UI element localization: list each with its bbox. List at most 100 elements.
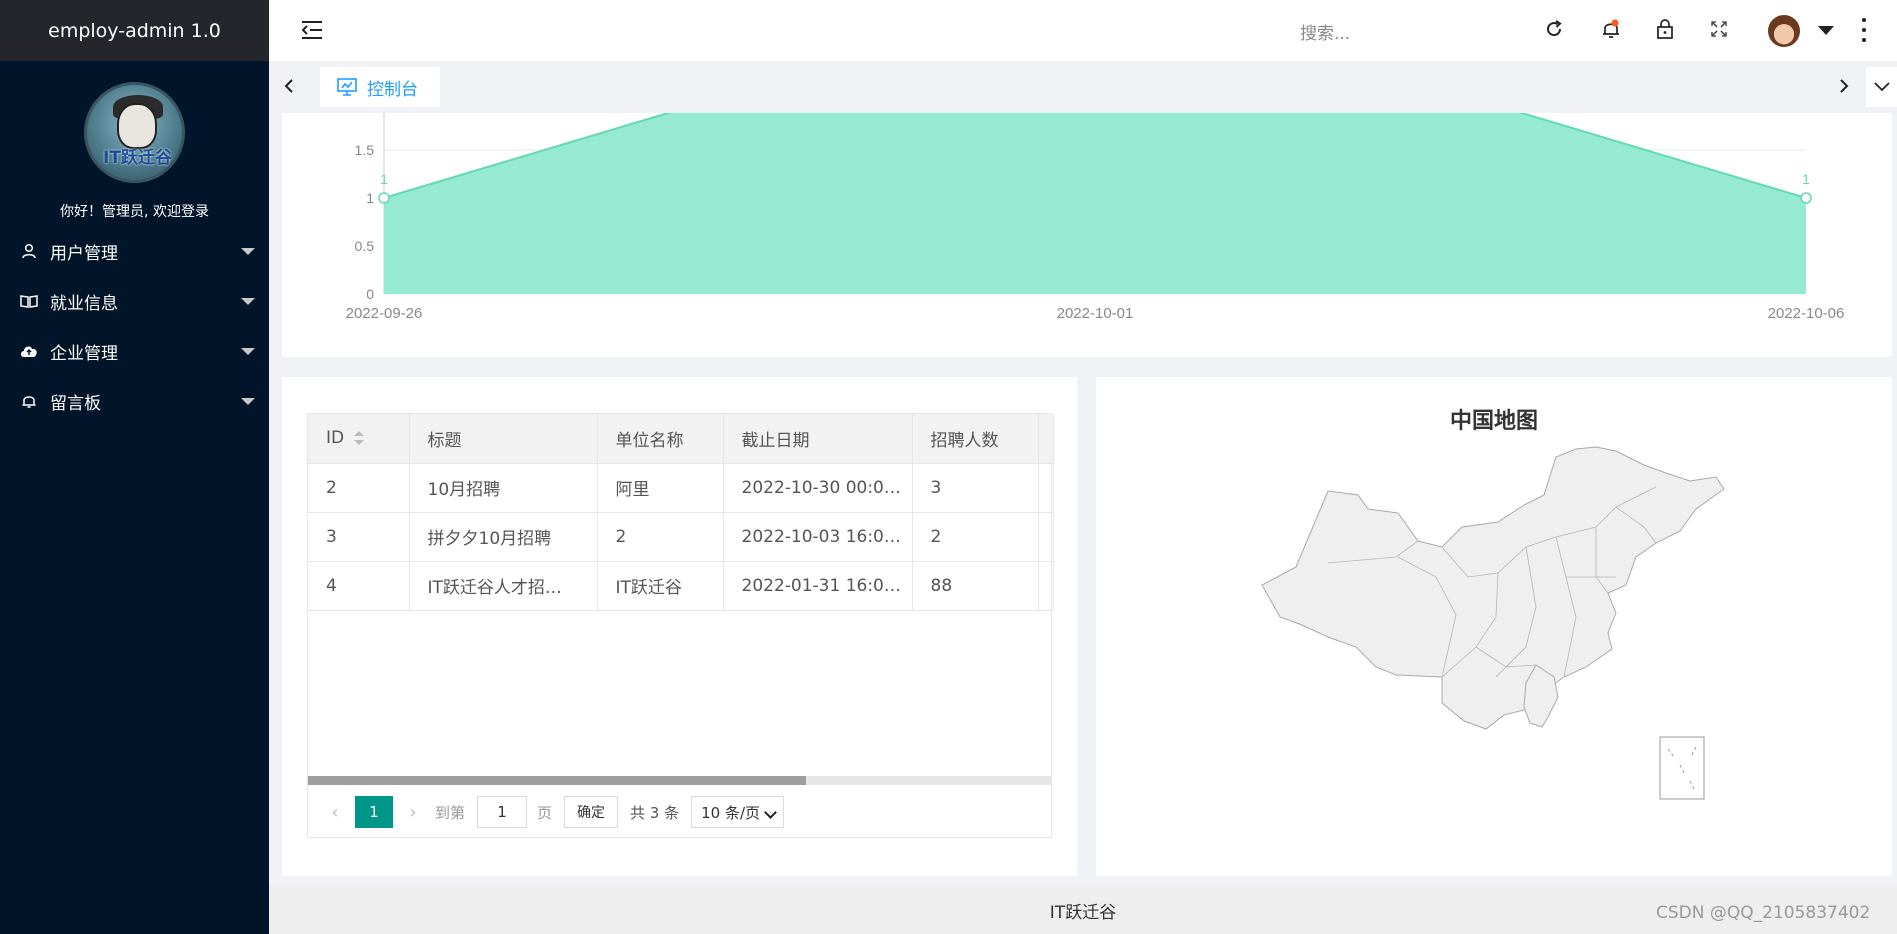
sidebar-item-employment-info[interactable]: 就业信息 xyxy=(0,276,269,326)
refresh-icon[interactable] xyxy=(1542,17,1566,41)
column-header-company: 单位名称 xyxy=(597,414,724,464)
cell-id: 3 xyxy=(308,512,410,562)
cell-overflow xyxy=(1038,463,1054,513)
cell-company: 阿里 xyxy=(597,463,724,513)
cell-overflow xyxy=(1038,512,1054,562)
area-series xyxy=(384,101,1806,294)
monitor-icon xyxy=(337,78,357,96)
column-header-title: 标题 xyxy=(409,414,598,464)
cell-headcount: 88 xyxy=(912,561,1039,611)
book-icon xyxy=(20,292,38,310)
cell-deadline: 2022-10-30 00:0… xyxy=(723,463,913,513)
china-map[interactable] xyxy=(1096,377,1892,876)
chevron-down-icon xyxy=(241,348,255,355)
data-point xyxy=(1800,192,1812,204)
x-tick-label: 2022-10-06 xyxy=(1768,305,1845,322)
chevron-down-icon xyxy=(1873,82,1890,92)
next-page-icon[interactable]: › xyxy=(401,796,425,828)
page-size-select[interactable]: 10 条/页 xyxy=(691,796,785,828)
more-vertical-icon[interactable] xyxy=(1861,18,1867,42)
y-tick-label: 0.5 xyxy=(355,238,375,254)
y-tick-label: 1 xyxy=(366,190,374,206)
cell-id: 4 xyxy=(308,561,410,611)
sidebar-item-label: 留言板 xyxy=(50,393,101,414)
sidebar-item-company-management[interactable]: 企业管理 xyxy=(0,326,269,376)
cell-title: 10月招聘 xyxy=(409,463,598,513)
column-header-headcount: 招聘人数 xyxy=(912,414,1039,464)
top-header: 搜索... xyxy=(269,0,1897,61)
x-tick-label: 2022-10-01 xyxy=(1057,305,1134,322)
page-button-current[interactable]: 1 xyxy=(355,796,393,828)
chevron-right-icon[interactable] xyxy=(1836,78,1852,94)
map-card: 中国地图 xyxy=(1096,377,1892,876)
dropdown-caret-icon[interactable] xyxy=(1818,26,1834,35)
total-count: 共 3 条 xyxy=(630,803,680,822)
horizontal-scrollbar[interactable] xyxy=(308,776,1051,785)
table-row[interactable]: 4 IT跃迁谷人才招… IT跃迁谷 2022-01-31 16:0… 88 xyxy=(308,561,1054,611)
cloud-upload-icon xyxy=(20,342,38,360)
cell-title: 拼夕夕10月招聘 xyxy=(409,512,598,562)
sidebar-item-user-management[interactable]: 用户管理 xyxy=(0,226,269,276)
cell-title: IT跃迁谷人才招… xyxy=(409,561,598,611)
sidebar-item-label: 用户管理 xyxy=(50,243,118,264)
menu-toggle-icon[interactable] xyxy=(301,19,323,41)
cell-deadline: 2022-10-03 16:0… xyxy=(723,512,913,562)
tab-bar: 控制台 xyxy=(269,61,1897,113)
data-point xyxy=(378,192,390,204)
cell-company: 2 xyxy=(597,512,724,562)
confirm-button[interactable]: 确定 xyxy=(564,796,619,828)
tab-more-dropdown[interactable] xyxy=(1866,67,1897,107)
search-input[interactable]: 搜索... xyxy=(1300,19,1350,44)
footer: IT跃迁谷 xyxy=(269,886,1897,934)
prev-page-icon[interactable]: ‹ xyxy=(323,796,347,828)
cell-deadline: 2022-01-31 16:0… xyxy=(723,561,913,611)
area-chart: 1 100.511.52022-09-26 2022-10-01 2022-10-06 xyxy=(346,100,1845,322)
chevron-down-icon xyxy=(241,298,255,305)
cell-company: IT跃迁谷 xyxy=(597,561,724,611)
data-label: 1 xyxy=(380,171,388,187)
chevron-down-icon xyxy=(241,398,255,405)
tab-label: 控制台 xyxy=(367,79,418,100)
chart-card: 1 1 0 0.5 1 1.5 2022-09-26 2022-10-01 2022-10-06 xyxy=(282,100,1892,357)
table-row[interactable]: 2 10月招聘 阿里 2022-10-30 00:0… 3 xyxy=(308,463,1054,513)
goto-page-input[interactable]: 1 xyxy=(477,796,528,828)
sort-icon[interactable] xyxy=(354,431,365,446)
column-header-overflow xyxy=(1038,414,1054,464)
welcome-text: 你好！管理员, 欢迎登录 xyxy=(60,204,209,220)
column-header-id[interactable]: ID xyxy=(308,414,410,464)
table-row[interactable]: 3 拼夕夕10月招聘 2 2022-10-03 16:0… 2 xyxy=(308,512,1054,562)
y-tick-label: 1.5 xyxy=(355,142,375,158)
page-unit-label: 页 xyxy=(537,803,553,822)
sidebar-item-message-board[interactable]: 留言板 xyxy=(0,376,269,426)
goto-label: 到第 xyxy=(435,803,466,822)
fullscreen-icon[interactable] xyxy=(1707,17,1731,41)
avatar-text: IT跃迁谷 xyxy=(103,148,172,168)
sidebar: employ-admin 1.0 IT跃迁谷 你好！管理员, 欢迎登录 用户管理… xyxy=(0,0,269,934)
watermark: CSDN @QQ_2105837402 xyxy=(1656,903,1871,923)
pagination: ‹ 1 › 到第 1 页 确定 共 3 条 10 条/页 xyxy=(308,786,1051,838)
sidebar-item-label: 企业管理 xyxy=(50,343,118,364)
x-tick-label: 2022-09-26 xyxy=(346,305,423,322)
y-tick-label: 0 xyxy=(366,286,374,302)
sidebar-item-label: 就业信息 xyxy=(50,293,118,314)
tab-console[interactable]: 控制台 xyxy=(320,67,440,107)
avatar: IT跃迁谷 xyxy=(84,82,185,183)
table-card: ID 标题 单位名称 截止日期 招聘人数 2 10月招聘 阿里 2022-10-… xyxy=(282,377,1077,876)
bell-icon xyxy=(20,392,38,410)
table-header-row: ID 标题 单位名称 截止日期 招聘人数 xyxy=(308,414,1054,464)
scrollbar-thumb[interactable] xyxy=(308,776,806,785)
user-avatar[interactable] xyxy=(1768,15,1800,47)
user-icon xyxy=(20,242,38,260)
lock-icon[interactable] xyxy=(1653,17,1677,41)
profile-section: IT跃迁谷 你好！管理员, 欢迎登录 xyxy=(0,61,269,226)
data-label: 1 xyxy=(1802,171,1810,187)
chevron-left-icon[interactable] xyxy=(281,78,297,94)
column-header-deadline: 截止日期 xyxy=(723,414,913,464)
app-title: employ-admin 1.0 xyxy=(0,0,269,61)
chevron-down-icon xyxy=(241,248,255,255)
notification-bell-icon[interactable] xyxy=(1599,17,1623,41)
cell-headcount: 3 xyxy=(912,463,1039,513)
cell-id: 2 xyxy=(308,463,410,513)
data-table: ID 标题 单位名称 截止日期 招聘人数 2 10月招聘 阿里 2022-10-… xyxy=(307,413,1054,838)
cell-overflow xyxy=(1038,561,1054,611)
